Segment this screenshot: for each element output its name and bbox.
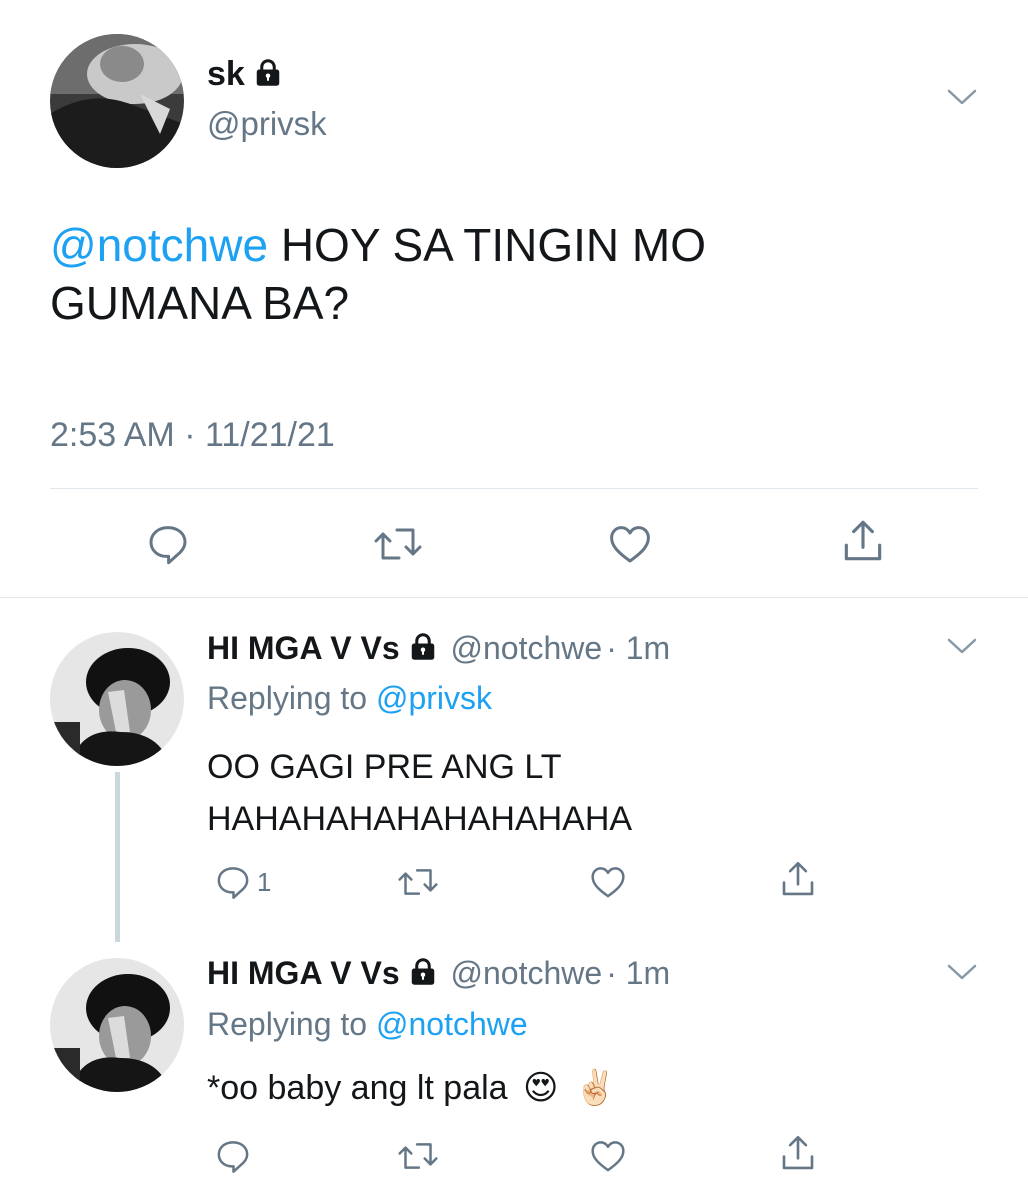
divider: [50, 488, 978, 489]
retweet-icon[interactable]: [395, 1136, 441, 1176]
victory-hand-emoji: ✌🏻: [573, 1069, 617, 1107]
retweet-icon[interactable]: [395, 862, 441, 902]
mention-link[interactable]: @notchwe: [50, 219, 268, 271]
user-handle[interactable]: @privsk: [207, 104, 327, 144]
display-name[interactable]: HI MGA V Vs: [207, 630, 400, 666]
avatar[interactable]: [50, 958, 184, 1092]
tweet-timestamp[interactable]: 2:53 AM · 11/21/21: [50, 414, 335, 456]
like-icon[interactable]: [588, 862, 628, 902]
tweet-text: @notchwe HOY SA TINGIN MO GUMANA BA?: [50, 219, 706, 329]
replying-to: Replying to @privsk: [207, 680, 493, 716]
lock-icon: [408, 631, 438, 661]
chevron-down-icon[interactable]: [946, 86, 978, 108]
user-handle[interactable]: @notchwe: [451, 630, 603, 666]
share-icon[interactable]: [838, 516, 888, 566]
replying-to-link[interactable]: @notchwe: [376, 1006, 528, 1042]
reply-icon[interactable]: [213, 1136, 253, 1176]
share-icon[interactable]: [777, 1132, 819, 1174]
display-name[interactable]: sk: [207, 54, 283, 94]
lock-icon: [408, 956, 438, 986]
share-icon[interactable]: [777, 858, 819, 900]
user-handle[interactable]: @notchwe: [451, 955, 603, 991]
lock-icon: [253, 57, 283, 87]
like-icon[interactable]: [606, 520, 654, 568]
reply-count: 1: [257, 867, 272, 897]
reply-time: · 1m: [606, 955, 671, 991]
reply-header: HI MGA V Vs @notchwe · 1m: [207, 953, 670, 993]
thread-line: [115, 772, 120, 942]
section-divider: [0, 597, 1028, 598]
retweet-icon[interactable]: [371, 520, 425, 568]
avatar[interactable]: [50, 632, 184, 766]
chevron-down-icon[interactable]: [946, 961, 978, 983]
avatar[interactable]: [50, 34, 184, 168]
reply-text: OO GAGI PRE ANG LT HAHAHAHAHAHAHAHAHA: [207, 748, 633, 838]
replying-to: Replying to @notchwe: [207, 1006, 528, 1042]
reply-time: · 1m: [606, 630, 671, 666]
reply-icon[interactable]: [213, 862, 253, 902]
reply-text: *oo baby ang lt pala 😍 ✌🏻: [207, 1069, 617, 1107]
reply-icon[interactable]: [144, 520, 192, 568]
chevron-down-icon[interactable]: [946, 635, 978, 657]
reply-header: HI MGA V Vs @notchwe · 1m: [207, 628, 670, 668]
display-name[interactable]: HI MGA V Vs: [207, 955, 400, 991]
heart-eyes-emoji: 😍: [523, 1069, 559, 1107]
replying-to-link[interactable]: @privsk: [376, 680, 492, 716]
like-icon[interactable]: [588, 1136, 628, 1176]
